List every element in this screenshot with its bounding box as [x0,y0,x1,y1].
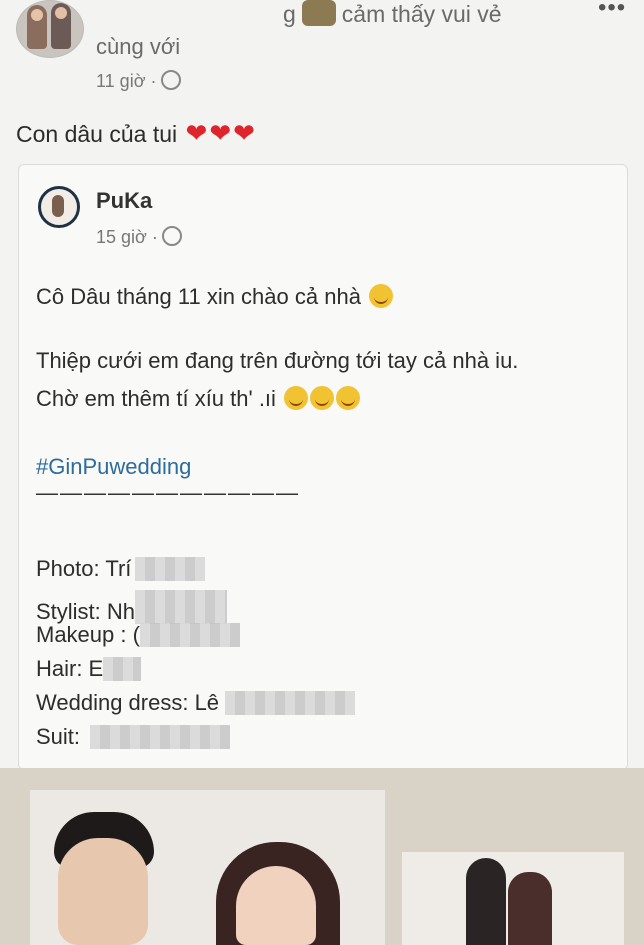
photo-couple-figure [508,872,552,945]
shared-time-text: 15 giờ · [96,227,158,247]
emoji-icon [369,284,394,308]
emoji-icon [284,386,309,410]
post-caption: Con dâu của tui ❤❤❤ [16,118,255,149]
feeling-emoji-icon [301,0,336,26]
shared-post-time[interactable]: 15 giờ · [96,226,182,248]
post-header: g cảm thấy vui vẻ [283,0,502,28]
heart-icon: ❤ [209,118,232,148]
shared-line-3: Chờ em thêm tí xíu th' .ıi [36,386,361,412]
header-prefix: g [283,1,296,27]
line-1-text: Cô Dâu tháng 11 xin chào cả nhà [36,284,361,309]
shared-author-name[interactable]: PuKa [96,188,152,214]
emoji-icon [310,386,335,410]
hashtag-link[interactable]: #GinPuwedding [36,454,191,480]
blurred-text [90,725,231,749]
shared-line-1: Cô Dâu tháng 11 xin chào cả nhà [36,284,394,310]
heart-icon: ❤ [233,118,255,148]
avatar-face [31,9,43,21]
credit-makeup-text: Makeup : ( [36,622,140,647]
credit-stylist: Stylist: Nh [36,590,228,625]
line-3-text: Chờ em thêm tí xíu th' .ıi [36,386,276,411]
credit-suit: Suit: [36,724,231,750]
emoji-icon [336,386,361,410]
photo-bride-face [236,866,316,945]
globe-icon [161,226,182,246]
credit-hair: Hair: E [36,656,142,682]
divider-dashes: ——————————— [36,480,300,505]
photo-groom-face [58,838,148,945]
blurred-text [135,557,206,581]
credit-hair-text: Hair: E [36,656,104,681]
credit-stylist-text: Stylist: Nh [36,599,136,624]
more-options-icon[interactable]: ••• [598,0,626,22]
blurred-text [139,623,240,647]
credit-photo: Photo: Trí [36,556,206,582]
avatar-face [55,7,67,19]
credit-dress-text: Wedding dress: Lê [36,690,220,715]
tagged-with[interactable]: cùng với [96,34,180,60]
credit-dress: Wedding dress: Lê [36,690,356,716]
user-avatar[interactable] [16,0,84,58]
shared-line-2: Thiệp cưới em đang trên đường tới tay cả… [36,348,519,373]
blurred-text [135,590,228,624]
shared-author-avatar[interactable] [38,186,80,228]
globe-icon [160,70,181,90]
caption-text: Con dâu của tui [16,121,178,147]
credit-makeup: Makeup : ( [36,622,240,648]
credit-photo-text: Photo: Trí [36,556,132,581]
credit-suit-text: Suit: [36,724,81,749]
post-time[interactable]: 11 giờ · [96,70,181,92]
heart-icon: ❤ [185,118,208,148]
photo-couple-figure [466,858,506,945]
blurred-text [225,691,356,715]
feeling-text: cảm thấy vui vẻ [341,1,502,27]
blurred-text [103,657,142,681]
post-time-text: 11 giờ · [96,71,157,91]
